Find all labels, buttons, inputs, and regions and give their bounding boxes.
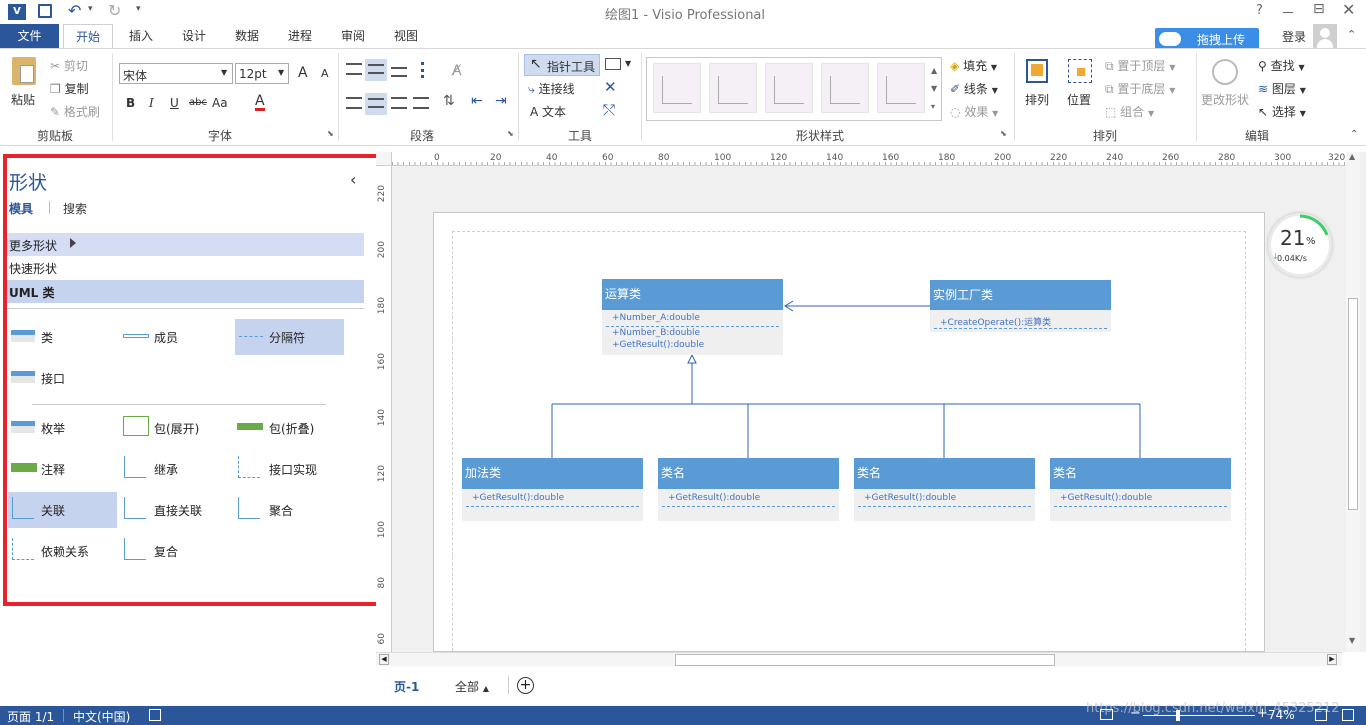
zoom-slider-thumb[interactable] bbox=[1176, 710, 1180, 721]
scrollbar-thumb[interactable] bbox=[1348, 298, 1358, 510]
watermark-url: https://blog.csdn.net/weixin_45325212 bbox=[1086, 701, 1340, 716]
page-tab-1[interactable]: 页-1 bbox=[394, 678, 419, 695]
network-speed-widget[interactable]: 21 % 0.04K/s ↓ bbox=[1268, 213, 1332, 277]
download-arrow-icon: ↓ bbox=[1272, 252, 1279, 261]
zoom-slider[interactable] bbox=[1143, 710, 1255, 721]
scroll-right-icon[interactable]: ▶ bbox=[1327, 654, 1337, 665]
add-page-button[interactable]: + bbox=[517, 677, 534, 694]
macro-icon[interactable] bbox=[149, 709, 161, 721]
fit-page-icon[interactable] bbox=[1315, 709, 1327, 721]
scroll-down-icon[interactable]: ▼ bbox=[1349, 636, 1355, 645]
caret-up-icon: ▲ bbox=[482, 684, 489, 693]
uml-class-title: 加法类 bbox=[462, 458, 643, 489]
page-tab-bar: 页-1 全部 ▲ + bbox=[376, 666, 1366, 706]
switch-windows-icon[interactable] bbox=[1342, 709, 1354, 721]
uml-operation: +GetResult():double bbox=[1060, 493, 1153, 503]
uml-class-child[interactable]: 加法类 +GetResult():double bbox=[462, 458, 643, 521]
uml-class-title: 类名 bbox=[658, 458, 839, 489]
uml-class-child[interactable]: 类名 +GetResult():double bbox=[658, 458, 839, 521]
uml-class-child[interactable]: 类名 +GetResult():double bbox=[1050, 458, 1231, 521]
all-pages-tab[interactable]: 全部 ▲ bbox=[455, 678, 489, 695]
uml-attribute: +Number_B:double bbox=[612, 328, 701, 338]
horizontal-scrollbar[interactable]: ◀ ▶ bbox=[376, 652, 1342, 666]
language-status[interactable]: 中文(中国) bbox=[73, 708, 130, 725]
speed-percent: 21 bbox=[1280, 226, 1306, 250]
speed-rate: 0.04K/s bbox=[1277, 254, 1307, 263]
zoom-in-button[interactable]: + bbox=[1257, 706, 1268, 721]
uml-class-title: 实例工厂类 bbox=[930, 280, 1111, 310]
uml-class-child[interactable]: 类名 +GetResult():double bbox=[854, 458, 1035, 521]
scroll-left-icon[interactable]: ◀ bbox=[379, 654, 389, 665]
uml-operation: +GetResult():double bbox=[612, 340, 705, 350]
vertical-scrollbar[interactable]: ▲ ▼ bbox=[1346, 152, 1360, 652]
zoom-out-button[interactable]: − bbox=[1130, 706, 1141, 721]
zoom-level[interactable]: 74% bbox=[1268, 708, 1295, 722]
uml-class-title: 类名 bbox=[854, 458, 1035, 489]
presentation-icon[interactable] bbox=[1100, 709, 1113, 720]
page-number-status[interactable]: 页面 1/1 bbox=[7, 708, 54, 725]
uml-class-title: 运算类 bbox=[602, 279, 783, 310]
uml-operation: +GetResult():double bbox=[472, 493, 565, 503]
status-bar: 页面 1/1 中文(中国) https://blog.csdn.net/weix… bbox=[0, 701, 1366, 725]
uml-class-factory[interactable]: 实例工厂类 +CreateOperate():运算类 bbox=[930, 280, 1111, 332]
uml-class-operation[interactable]: 运算类 +Number_A:double +Number_B:double +G… bbox=[602, 279, 783, 355]
uml-operation: +GetResult():double bbox=[864, 493, 957, 503]
uml-class-title: 类名 bbox=[1050, 458, 1231, 489]
diagram-connectors bbox=[551, 300, 1141, 458]
scroll-up-icon[interactable]: ▲ bbox=[1349, 152, 1355, 161]
uml-operation: +GetResult():double bbox=[668, 493, 761, 503]
uml-operation: +CreateOperate():运算类 bbox=[940, 318, 1052, 328]
uml-attribute: +Number_A:double bbox=[612, 313, 700, 323]
scrollbar-thumb[interactable] bbox=[675, 654, 1055, 666]
